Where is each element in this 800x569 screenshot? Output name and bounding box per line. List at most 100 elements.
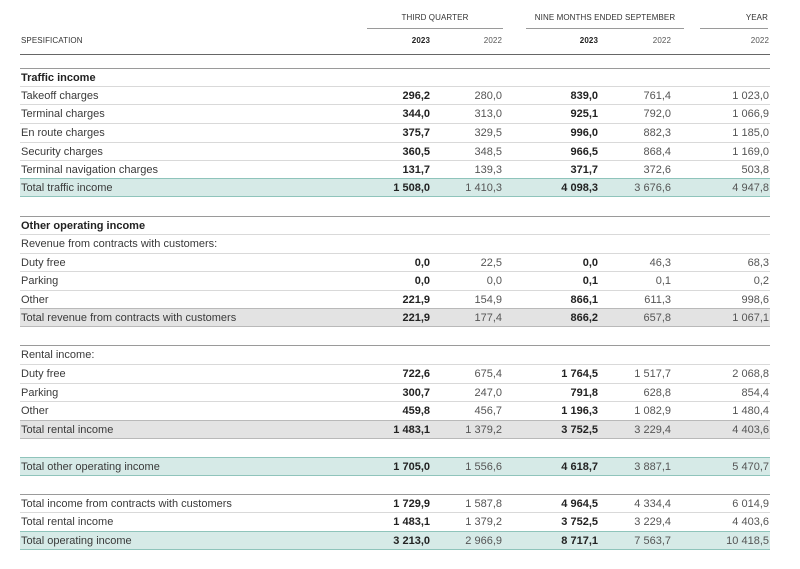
q3-2023: 722,6 bbox=[402, 368, 430, 380]
row-label: Other bbox=[21, 294, 49, 306]
q3-2023: 131,7 bbox=[402, 164, 430, 176]
nm-2023: 1 764,5 bbox=[561, 368, 598, 380]
q3-2023: 0,0 bbox=[414, 275, 430, 287]
year-2022: 4 403,6 bbox=[732, 424, 769, 436]
row-r-other: Other 459,8 456,7 1 196,3 1 082,9 1 480,… bbox=[20, 401, 770, 419]
nm-2023: 791,8 bbox=[570, 387, 598, 399]
header-spesification: SPESIFICATION bbox=[21, 36, 83, 45]
row-label: Total operating income bbox=[21, 535, 132, 547]
q3-2022: 139,3 bbox=[474, 164, 502, 176]
q3-2023: 1 729,9 bbox=[393, 498, 430, 510]
q3-2022: 313,0 bbox=[474, 108, 502, 120]
row-label: Total rental income bbox=[21, 424, 114, 436]
q3-2023: 1 483,1 bbox=[393, 516, 430, 528]
year-2022: 1 023,0 bbox=[732, 90, 769, 102]
rule-year bbox=[700, 28, 768, 29]
q3-2022: 1 556,6 bbox=[465, 461, 502, 473]
nm-2023: 0,1 bbox=[582, 275, 598, 287]
header-nine-months: NINE MONTHS ENDED SEPTEMBER bbox=[534, 13, 676, 22]
row-label: Revenue from contracts with customers: bbox=[21, 238, 218, 250]
q3-2023: 300,7 bbox=[402, 387, 430, 399]
row-takeoff-charges: Takeoff charges 296,2 280,0 839,0 761,4 … bbox=[20, 86, 770, 104]
nm-2022: 868,4 bbox=[643, 146, 671, 158]
row-total-operating-income: Total operating income 3 213,0 2 966,9 8… bbox=[20, 531, 770, 550]
year-2022: 4 947,8 bbox=[732, 182, 769, 194]
header-n-2022: 2022 bbox=[652, 36, 671, 45]
q3-2023: 1 508,0 bbox=[393, 182, 430, 194]
nm-2023: 4 964,5 bbox=[561, 498, 598, 510]
nm-2022: 882,3 bbox=[643, 127, 671, 139]
row-label: Total rental income bbox=[21, 516, 114, 528]
nm-2023: 4 618,7 bbox=[561, 461, 598, 473]
nm-2023: 0,0 bbox=[582, 257, 598, 269]
header-underline bbox=[20, 54, 770, 55]
year-2022: 68,3 bbox=[747, 257, 769, 269]
q3-2022: 280,0 bbox=[474, 90, 502, 102]
year-2022: 1 169,0 bbox=[732, 146, 769, 158]
header-year: YEAR bbox=[745, 13, 768, 22]
q3-2023: 344,0 bbox=[402, 108, 430, 120]
year-2022: 503,8 bbox=[741, 164, 769, 176]
row-label: Total other operating income bbox=[21, 461, 160, 473]
year-2022: 1 067,1 bbox=[732, 312, 769, 324]
q3-2022: 1 410,3 bbox=[465, 182, 502, 194]
nm-2023: 866,2 bbox=[570, 312, 598, 324]
q3-2022: 154,9 bbox=[474, 294, 502, 306]
year-2022: 854,4 bbox=[741, 387, 769, 399]
q3-2022: 2 966,9 bbox=[465, 535, 502, 547]
q3-2023: 360,5 bbox=[402, 146, 430, 158]
q3-2022: 456,7 bbox=[474, 405, 502, 417]
nm-2023: 1 196,3 bbox=[561, 405, 598, 417]
row-rc-other: Other 221,9 154,9 866,1 611,3 998,6 bbox=[20, 290, 770, 308]
row-r-duty-free: Duty free 722,6 675,4 1 764,5 1 517,7 2 … bbox=[20, 364, 770, 382]
nm-2023: 3 752,5 bbox=[561, 516, 598, 528]
row-label: Traffic income bbox=[21, 72, 96, 84]
row-rc-parking: Parking 0,0 0,0 0,1 0,1 0,2 bbox=[20, 271, 770, 289]
row-r-parking: Parking 300,7 247,0 791,8 628,8 854,4 bbox=[20, 383, 770, 401]
row-terminal-charges: Terminal charges 344,0 313,0 925,1 792,0… bbox=[20, 104, 770, 122]
nm-2023: 371,7 bbox=[570, 164, 598, 176]
year-2022: 998,6 bbox=[741, 294, 769, 306]
row-total-rental-income: Total rental income 1 483,1 1 379,2 3 75… bbox=[20, 420, 770, 439]
year-2022: 1 185,0 bbox=[732, 127, 769, 139]
nm-2022: 792,0 bbox=[643, 108, 671, 120]
row-total-income-contracts: Total income from contracts with custome… bbox=[20, 494, 770, 512]
nm-2022: 3 887,1 bbox=[634, 461, 671, 473]
year-2022: 10 418,5 bbox=[726, 535, 769, 547]
header-third-quarter: THIRD QUARTER bbox=[401, 13, 469, 22]
nm-2023: 925,1 bbox=[570, 108, 598, 120]
row-label: Security charges bbox=[21, 146, 103, 158]
q3-2023: 3 213,0 bbox=[393, 535, 430, 547]
year-2022: 4 403,6 bbox=[732, 516, 769, 528]
rule-nine-months bbox=[526, 28, 684, 29]
row-label: Terminal charges bbox=[21, 108, 105, 120]
row-revenue-contracts-heading: Revenue from contracts with customers: bbox=[20, 234, 770, 252]
nm-2022: 7 563,7 bbox=[634, 535, 671, 547]
nm-2022: 761,4 bbox=[643, 90, 671, 102]
header-q-2023: 2023 bbox=[411, 36, 430, 45]
nm-2023: 839,0 bbox=[570, 90, 598, 102]
row-label: Rental income: bbox=[21, 349, 95, 361]
nm-2023: 8 717,1 bbox=[561, 535, 598, 547]
q3-2023: 1 483,1 bbox=[393, 424, 430, 436]
q3-2022: 1 587,8 bbox=[465, 498, 502, 510]
q3-2023: 1 705,0 bbox=[393, 461, 430, 473]
year-2022: 0,2 bbox=[753, 275, 769, 287]
row-label: En route charges bbox=[21, 127, 105, 139]
row-summary-total-rental-income: Total rental income 1 483,1 1 379,2 3 75… bbox=[20, 512, 770, 530]
nm-2022: 46,3 bbox=[649, 257, 671, 269]
row-label: Duty free bbox=[21, 257, 66, 269]
nm-2023: 966,5 bbox=[570, 146, 598, 158]
nm-2023: 996,0 bbox=[570, 127, 598, 139]
row-label: Total income from contracts with custome… bbox=[21, 498, 232, 510]
nm-2023: 866,1 bbox=[570, 294, 598, 306]
q3-2022: 675,4 bbox=[474, 368, 502, 380]
nm-2022: 3 676,6 bbox=[634, 182, 671, 194]
row-label: Terminal navigation charges bbox=[21, 164, 158, 176]
row-label: Parking bbox=[21, 275, 59, 287]
nm-2022: 1 517,7 bbox=[634, 368, 671, 380]
rule-third-quarter bbox=[367, 28, 503, 29]
nm-2022: 657,8 bbox=[643, 312, 671, 324]
row-label: Other bbox=[21, 405, 49, 417]
row-total-revenue-contracts: Total revenue from contracts with custom… bbox=[20, 308, 770, 327]
